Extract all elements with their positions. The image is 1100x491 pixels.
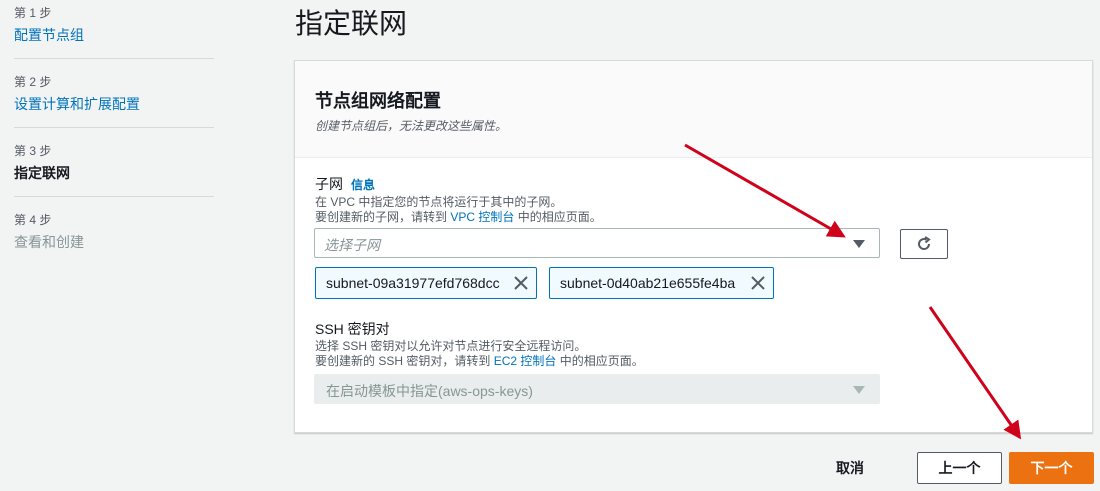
subnet-field: 子网 信息 在 VPC 中指定您的节点将运行于其中的子网。 要创建新的子网，请转到… xyxy=(315,175,602,225)
subnet-token-label: subnet-09a31977efd768dcc xyxy=(326,275,500,291)
ssh-desc-line2: 要创建新的 SSH 密钥对，请转到 EC2 控制台 中的相应页面。 xyxy=(315,354,644,369)
step-review-create: 查看和创建 xyxy=(14,234,84,250)
vpc-console-link[interactable]: VPC 控制台 xyxy=(450,210,514,224)
subnet-label-text: 子网 xyxy=(315,176,343,192)
refresh-button[interactable] xyxy=(900,229,948,259)
caret-down-icon xyxy=(853,386,865,394)
step-link-compute-scaling[interactable]: 设置计算和扩展配置 xyxy=(14,93,214,115)
panel-title: 节点组网络配置 xyxy=(315,91,441,111)
step-number: 第 4 步 xyxy=(14,213,52,227)
subnet-desc-prefix: 要创建新的子网，请转到 xyxy=(315,210,451,224)
wizard-steps: 第 1 步 配置节点组 第 2 步 设置计算和扩展配置 第 3 步 指定联网 第… xyxy=(14,0,214,253)
step-link-configure-nodegroup[interactable]: 配置节点组 xyxy=(14,24,214,46)
ssh-desc-suffix: 中的相应页面。 xyxy=(556,354,644,368)
ssh-desc-line1: 选择 SSH 密钥对以允许对节点进行安全远程访问。 xyxy=(315,339,587,353)
subnet-desc-line1: 在 VPC 中指定您的节点将运行于其中的子网。 xyxy=(315,195,563,209)
subnet-label: 子网 信息 xyxy=(315,175,602,194)
ssh-field: SSH 密钥对 选择 SSH 密钥对以允许对节点进行安全远程访问。 要创建新的 … xyxy=(315,320,644,369)
next-button[interactable]: 下一个 xyxy=(1009,452,1094,484)
panel-header: 节点组网络配置 创建节点组后，无法更改这些属性。 xyxy=(295,61,1092,158)
step-number: 第 3 步 xyxy=(14,144,52,158)
ssh-label: SSH 密钥对 xyxy=(315,321,390,337)
divider xyxy=(14,196,214,197)
divider xyxy=(14,127,214,128)
refresh-icon xyxy=(918,236,931,250)
wizard-footer: 取消 上一个 下一个 xyxy=(820,452,1100,484)
ssh-keypair-select: 在启动模板中指定(aws-ops-keys) xyxy=(314,374,880,404)
previous-button[interactable]: 上一个 xyxy=(917,452,1002,484)
step-4: 第 4 步 查看和创建 xyxy=(14,207,214,253)
close-icon[interactable] xyxy=(751,276,765,290)
network-config-panel: 节点组网络配置 创建节点组后，无法更改这些属性。 子网 信息 在 VPC 中指定您… xyxy=(294,60,1093,433)
step-number: 第 1 步 xyxy=(14,6,52,20)
subnet-token: subnet-0d40ab21e655fe4ba xyxy=(549,267,774,299)
caret-down-icon xyxy=(853,240,865,248)
step-number: 第 2 步 xyxy=(14,75,52,89)
subnet-desc-suffix: 中的相应页面。 xyxy=(514,210,602,224)
subnet-select-placeholder: 选择子网 xyxy=(324,237,380,253)
subnet-desc-line2: 要创建新的子网，请转到 VPC 控制台 中的相应页面。 xyxy=(315,210,602,225)
ssh-desc-prefix: 要创建新的 SSH 密钥对，请转到 xyxy=(315,354,494,368)
step-3: 第 3 步 指定联网 xyxy=(14,138,214,184)
subnet-token-label: subnet-0d40ab21e655fe4ba xyxy=(560,275,736,291)
step-1: 第 1 步 配置节点组 xyxy=(14,0,214,46)
ssh-keypair-value: 在启动模板中指定(aws-ops-keys) xyxy=(326,383,533,399)
step-current-networking: 指定联网 xyxy=(14,165,70,181)
step-2: 第 2 步 设置计算和扩展配置 xyxy=(14,69,214,115)
close-icon[interactable] xyxy=(514,276,528,290)
info-link[interactable]: 信息 xyxy=(351,178,375,192)
subnet-token: subnet-09a31977efd768dcc xyxy=(315,267,537,299)
ec2-console-link[interactable]: EC2 控制台 xyxy=(494,354,557,368)
cancel-button[interactable]: 取消 xyxy=(820,452,880,484)
divider xyxy=(14,58,214,59)
page-title: 指定联网 xyxy=(295,8,408,39)
panel-description: 创建节点组后，无法更改这些属性。 xyxy=(315,119,508,133)
subnet-select[interactable]: 选择子网 xyxy=(314,228,880,258)
